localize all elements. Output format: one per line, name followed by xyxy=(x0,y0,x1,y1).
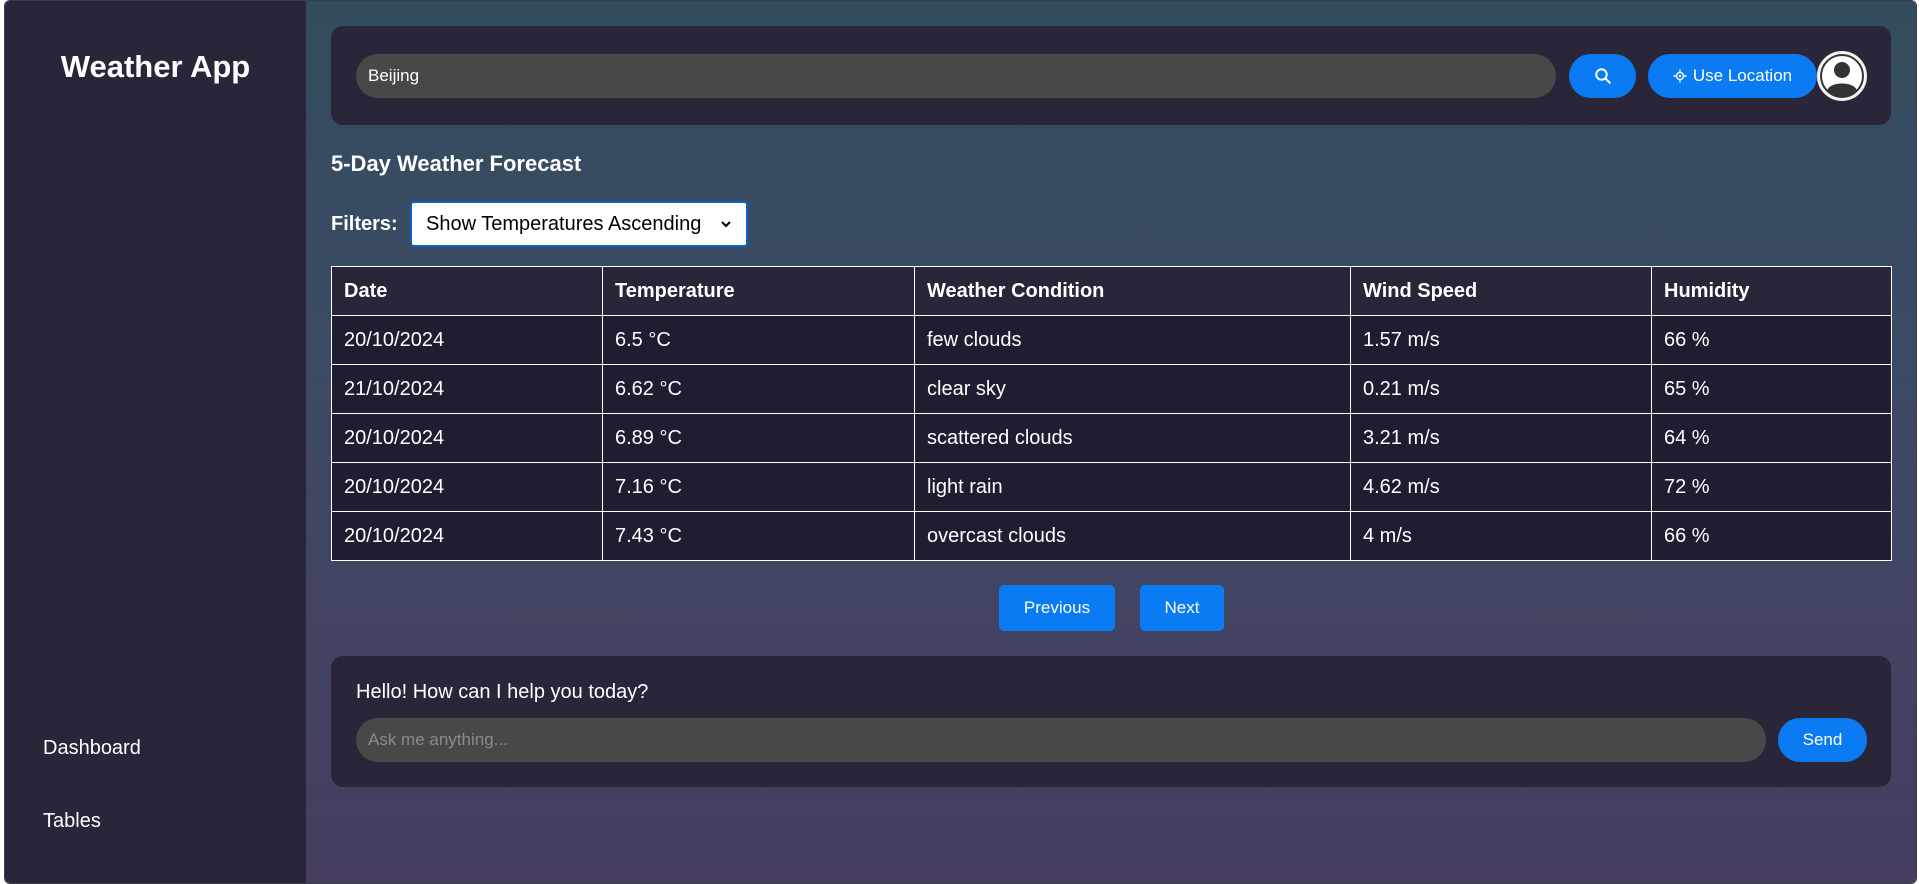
cell-humidity: 66 % xyxy=(1651,511,1892,561)
table-row: 21/10/2024 6.62 °C clear sky 0.21 m/s 65… xyxy=(331,364,1892,414)
cell-humidity: 72 % xyxy=(1651,462,1892,512)
cell-wind-speed: 4.62 m/s xyxy=(1350,462,1652,512)
cell-condition: overcast clouds xyxy=(914,511,1351,561)
cell-temperature: 6.89 °C xyxy=(602,413,915,463)
chat-greeting: Hello! How can I help you today? xyxy=(356,681,649,703)
column-header-temperature: Temperature xyxy=(602,266,915,316)
city-search-input[interactable] xyxy=(356,54,1556,98)
sidebar-item-dashboard[interactable]: Dashboard xyxy=(43,737,141,760)
chevron-down-icon xyxy=(721,221,731,228)
cell-temperature: 6.5 °C xyxy=(602,315,915,365)
search-button[interactable] xyxy=(1569,54,1636,98)
cell-temperature: 7.16 °C xyxy=(602,462,915,512)
app-window: Weather App Dashboard Tables Beijing Use… xyxy=(4,0,1917,884)
cell-date: 20/10/2024 xyxy=(331,511,603,561)
forecast-title: 5-Day Weather Forecast xyxy=(331,151,582,176)
table-header-row: Date Temperature Weather Condition Wind … xyxy=(331,266,1892,316)
search-bar: Use Location xyxy=(331,26,1891,125)
app-title: Weather App xyxy=(60,49,251,84)
table-row: 20/10/2024 6.89 °C scattered clouds 3.21… xyxy=(331,413,1892,463)
filter-select[interactable]: Show Temperatures Ascending xyxy=(410,201,748,247)
cell-date: 20/10/2024 xyxy=(331,462,603,512)
cell-temperature: 6.62 °C xyxy=(602,364,915,414)
next-page-button[interactable]: Next xyxy=(1140,585,1224,631)
sidebar: Weather App Dashboard Tables xyxy=(5,1,306,883)
chat-input[interactable] xyxy=(356,718,1766,762)
filters-label: Filters: xyxy=(331,213,398,235)
column-header-condition: Weather Condition xyxy=(914,266,1351,316)
column-header-wind-speed: Wind Speed xyxy=(1350,266,1652,316)
user-icon xyxy=(1819,53,1865,99)
main-content: Use Location 5-Day Weather Forecast Filt… xyxy=(306,1,1916,883)
forecast-table: Date Temperature Weather Condition Wind … xyxy=(331,266,1892,561)
filter-selected-value: Show Temperatures Ascending xyxy=(426,212,702,235)
cell-humidity: 64 % xyxy=(1651,413,1892,463)
crosshair-icon xyxy=(1673,69,1687,83)
cell-wind-speed: 1.57 m/s xyxy=(1350,315,1652,365)
cell-condition: light rain xyxy=(914,462,1351,512)
cell-date: 20/10/2024 xyxy=(331,315,603,365)
search-icon xyxy=(1594,68,1611,84)
cell-condition: clear sky xyxy=(914,364,1351,414)
cell-humidity: 66 % xyxy=(1651,315,1892,365)
chat-panel: Hello! How can I help you today? Send xyxy=(331,656,1891,787)
cell-date: 21/10/2024 xyxy=(331,364,603,414)
column-header-date: Date xyxy=(331,266,603,316)
table-row: 20/10/2024 6.5 °C few clouds 1.57 m/s 66… xyxy=(331,315,1892,365)
cell-date: 20/10/2024 xyxy=(331,413,603,463)
cell-wind-speed: 3.21 m/s xyxy=(1350,413,1652,463)
use-location-button[interactable]: Use Location xyxy=(1648,54,1817,98)
send-button[interactable]: Send xyxy=(1778,718,1867,762)
cell-temperature: 7.43 °C xyxy=(602,511,915,561)
cell-wind-speed: 4 m/s xyxy=(1350,511,1652,561)
cell-condition: few clouds xyxy=(914,315,1351,365)
cell-wind-speed: 0.21 m/s xyxy=(1350,364,1652,414)
sidebar-item-tables[interactable]: Tables xyxy=(43,810,101,833)
user-avatar[interactable] xyxy=(1817,51,1867,101)
table-row: 20/10/2024 7.43 °C overcast clouds 4 m/s… xyxy=(331,511,1892,561)
column-header-humidity: Humidity xyxy=(1651,266,1892,316)
use-location-label: Use Location xyxy=(1692,66,1793,85)
previous-page-button[interactable]: Previous xyxy=(999,585,1115,631)
table-row: 20/10/2024 7.16 °C light rain 4.62 m/s 7… xyxy=(331,462,1892,512)
cell-condition: scattered clouds xyxy=(914,413,1351,463)
cell-humidity: 65 % xyxy=(1651,364,1892,414)
